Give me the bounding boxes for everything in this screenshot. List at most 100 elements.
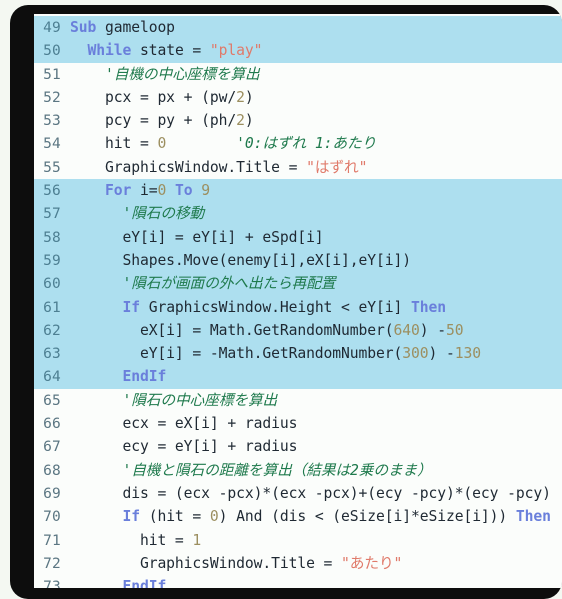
code-line[interactable]: 69 dis = (ecx -pcx)*(ecx -pcx)+(ecy -pcy… <box>34 481 562 506</box>
token-id: ) <box>244 88 254 106</box>
line-text[interactable]: GraphicsWindow.Title = "あたり" <box>70 552 562 575</box>
token-cmt: '隕石の移動 <box>122 205 205 223</box>
token-kw: Sub <box>70 19 105 36</box>
line-text[interactable]: '隕石が画面の外へ出たら再配置 <box>70 272 562 295</box>
code-line[interactable]: 66 ecx = eX[i] + radius <box>34 412 562 436</box>
line-number: 69 <box>43 485 61 502</box>
code-line[interactable]: 59 Shapes.Move(enemy[i],eX[i],eY[i]) <box>34 248 562 273</box>
token-str: "あたり" <box>341 554 403 572</box>
line-number: 57 <box>43 206 61 223</box>
code-editor[interactable]: 49 Sub gameloop 50 While state = "play" 51 … <box>34 14 562 588</box>
code-line[interactable]: 70 If (hit = 0) And (dis < (eSize[i]*eSi… <box>34 505 562 529</box>
code-line[interactable]: 55 GraphicsWindow.Title = "はずれ" <box>34 155 562 180</box>
code-line[interactable]: 64 EndIf <box>34 365 562 389</box>
line-text[interactable]: eY[i] = -Math.GetRandomNumber(300) -130 <box>70 342 562 365</box>
token-id: eY[i] = -Math.GetRandomNumber( <box>139 345 403 363</box>
token-id: hit = <box>104 135 158 153</box>
token-kw: Then <box>410 298 446 316</box>
token-num: 1 <box>192 531 202 549</box>
line-text[interactable]: hit = 0 '0:はずれ 1:あたり <box>70 132 562 155</box>
line-text[interactable]: EndIf <box>70 365 562 388</box>
line-text[interactable]: EndIf <box>70 575 562 588</box>
code-line[interactable]: 56 For i=0 To 9 <box>34 179 562 203</box>
line-text[interactable]: ecx = eX[i] + radius <box>70 412 562 435</box>
code-line[interactable]: 57 '隕石の移動 <box>34 202 562 226</box>
line-text[interactable]: pcy = py + (ph/2) <box>70 109 562 132</box>
line-text[interactable]: If GraphicsWindow.Height < eY[i] Then <box>70 296 562 319</box>
token-num: 300 <box>402 345 429 363</box>
code-line[interactable]: 50 While state = "play" <box>34 39 562 63</box>
code-line[interactable]: 68 '自機と隕石の距離を算出（結果は2乗のまま） <box>34 458 562 482</box>
code-line[interactable]: 71 hit = 1 <box>34 528 562 552</box>
code-line[interactable]: 53 pcy = py + (ph/2) <box>34 109 562 133</box>
line-number: 51 <box>43 66 61 83</box>
code-line[interactable]: 73 EndIf <box>34 575 562 588</box>
line-text[interactable]: pcx = px + (pw/2) <box>70 86 562 109</box>
line-text[interactable]: '自機と隕石の距離を算出（結果は2乗のまま） <box>70 459 562 482</box>
line-text[interactable]: Shapes.Move(enemy[i],eX[i],eY[i]) <box>70 249 562 272</box>
line-text[interactable]: While state = "play" <box>70 39 562 62</box>
line-number: 53 <box>43 113 61 130</box>
line-text[interactable]: '隕石の中心座標を算出 <box>70 389 562 412</box>
code-line[interactable]: 51 '自機の中心座標を算出 <box>34 62 562 86</box>
token-num: 130 <box>454 345 481 363</box>
line-text[interactable]: dis = (ecx -pcx)*(ecx -pcx)+(ecy -pcy)*(… <box>70 482 562 505</box>
code-line[interactable]: 67 ecy = eY[i] + radius <box>34 435 562 459</box>
code-line[interactable]: 63 eY[i] = -Math.GetRandomNumber(300) -1… <box>34 342 562 366</box>
line-number: 54 <box>43 136 61 153</box>
line-text[interactable]: For i=0 To 9 <box>70 179 562 202</box>
line-number: 66 <box>43 416 61 433</box>
token-kw: For <box>104 182 140 200</box>
code-line[interactable]: 49 Sub gameloop <box>34 16 562 40</box>
code-line[interactable]: 54 hit = 0 '0:はずれ 1:あたり <box>34 132 562 156</box>
token-kw: EndIf <box>122 368 167 386</box>
token-cmt: '自機の中心座標を算出 <box>104 65 260 83</box>
token-cmt: '隕石の中心座標を算出 <box>122 391 278 409</box>
code-line[interactable]: 72 GraphicsWindow.Title = "あたり" <box>34 551 562 576</box>
line-text[interactable]: eX[i] = Math.GetRandomNumber(640) -50 <box>70 319 562 342</box>
token-id <box>166 182 175 199</box>
code-line[interactable]: 58 eY[i] = eY[i] + eSpd[i] <box>34 225 562 249</box>
token-kw: EndIf <box>122 578 167 588</box>
line-text[interactable]: Sub gameloop <box>70 16 562 39</box>
token-num: 2 <box>236 112 245 130</box>
code-line[interactable]: 65 '隕石の中心座標を算出 <box>34 388 562 413</box>
line-text[interactable]: '隕石の移動 <box>70 202 562 225</box>
line-text[interactable]: '自機の中心座標を算出 <box>70 63 562 86</box>
line-number: 71 <box>43 532 61 549</box>
token-id: ecx = eX[i] + radius <box>122 415 298 433</box>
token-id: GraphicsWindow.Height < eY[i] <box>148 298 411 316</box>
token-id: pcy = py + (ph/ <box>104 112 237 130</box>
token-kw: To <box>174 182 202 200</box>
line-number: 60 <box>43 276 61 293</box>
code-line-list[interactable]: 49 Sub gameloop 50 While state = "play" 51 … <box>34 14 562 588</box>
token-kw: If <box>122 508 149 526</box>
token-id: eY[i] = eY[i] + eSpd[i] <box>122 228 324 246</box>
token-kw: Then <box>515 508 551 526</box>
code-line[interactable]: 61 If GraphicsWindow.Height < eY[i] Then <box>34 295 562 319</box>
code-line[interactable]: 52 pcx = px + (pw/2) <box>34 85 562 110</box>
line-text[interactable]: ecy = eY[i] + radius <box>70 435 562 458</box>
line-text[interactable]: If (hit = 0) And (dis < (eSize[i]*eSize[… <box>70 505 562 528</box>
window-frame: 49 Sub gameloop 50 While state = "play" 51 … <box>10 5 562 599</box>
code-line[interactable]: 62 eX[i] = Math.GetRandomNumber(640) -50 <box>34 318 562 343</box>
code-line[interactable]: 60 '隕石が画面の外へ出たら再配置 <box>34 272 562 296</box>
line-text[interactable]: eY[i] = eY[i] + eSpd[i] <box>70 226 562 249</box>
token-id: GraphicsWindow.Title = <box>139 554 342 572</box>
token-id: ) - <box>428 345 455 363</box>
line-text[interactable]: hit = 1 <box>70 529 562 552</box>
line-text[interactable]: GraphicsWindow.Title = "はずれ" <box>70 156 562 179</box>
